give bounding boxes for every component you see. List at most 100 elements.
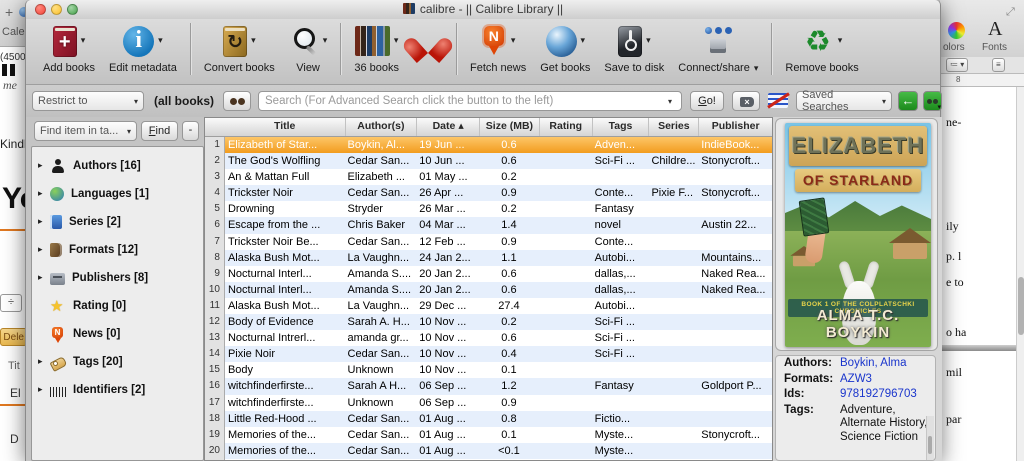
table-row[interactable]: 10Nocturnal Interl...Amanda S....20 Jan … bbox=[205, 282, 772, 298]
search-input[interactable] bbox=[258, 91, 682, 111]
toolbar-button-library[interactable]: ▾36 books bbox=[347, 19, 406, 74]
column-header-title[interactable]: Title bbox=[225, 118, 345, 136]
column-header-size-mb-[interactable]: Size (MB) bbox=[479, 118, 539, 136]
dropdown-arrow-icon[interactable]: ▾ bbox=[394, 36, 399, 46]
expand-arrow-icon[interactable]: ▸ bbox=[38, 217, 50, 227]
sidebar-item-authors[interactable]: ▸Authors [16] bbox=[38, 156, 198, 176]
column-header-series[interactable]: Series bbox=[648, 118, 698, 136]
find-button[interactable]: Find bbox=[141, 121, 178, 141]
stepper-control[interactable]: ÷ bbox=[0, 294, 22, 312]
dropdown-arrow-icon[interactable]: ▾ bbox=[581, 36, 586, 46]
align-button[interactable]: ≡ bbox=[992, 58, 1005, 72]
dropdown-arrow-icon[interactable]: ▾ bbox=[838, 36, 843, 46]
search-history-arrow-icon[interactable]: ▾ bbox=[668, 97, 672, 106]
toolbar-button-connect-share[interactable]: Connect/share▾ bbox=[671, 19, 765, 74]
saved-searches-dropdown[interactable]: Saved Searches▾ bbox=[796, 91, 892, 111]
tag-browser: Find item in ta...▾ Find - ▸Authors [16]… bbox=[31, 117, 204, 461]
expand-arrow-icon[interactable]: ▸ bbox=[38, 273, 50, 283]
table-row[interactable]: 9Nocturnal Interl...Amanda S....20 Jan 2… bbox=[205, 266, 772, 282]
column-header-rating[interactable]: Rating bbox=[539, 118, 592, 136]
fonts-icon[interactable]: A bbox=[988, 18, 1002, 41]
clear-search-button[interactable] bbox=[732, 91, 760, 111]
delete-button-fragment[interactable]: Dele bbox=[0, 328, 27, 346]
save-search-button[interactable] bbox=[923, 91, 942, 111]
expand-arrow-icon[interactable]: ▸ bbox=[38, 385, 50, 395]
restrict-to-dropdown[interactable]: Restrict to▾ bbox=[32, 91, 144, 111]
table-row[interactable]: 7Trickster Noir Be...Cedar San...12 Feb … bbox=[205, 234, 772, 250]
table-row[interactable]: 11Alaska Bush Mot...La Vaughn...29 Dec .… bbox=[205, 298, 772, 314]
toolbar-button-remove-books[interactable]: ▾Remove books bbox=[778, 19, 865, 74]
toolbar-button-fetch-news[interactable]: ▾Fetch news bbox=[463, 19, 533, 74]
dropdown-arrow-icon[interactable]: ▾ bbox=[646, 36, 651, 46]
highlight-toggle-icon[interactable] bbox=[768, 93, 788, 108]
toolbar-button-get-books[interactable]: ▾Get books bbox=[533, 19, 597, 74]
dropdown-arrow-icon[interactable]: ▾ bbox=[323, 36, 328, 46]
sidebar-item-identifiers[interactable]: ▸Identifiers [2] bbox=[38, 380, 198, 400]
expand-arrow-icon[interactable]: ▸ bbox=[38, 189, 50, 199]
toolbar-button-view[interactable]: ▾View bbox=[282, 19, 335, 74]
cell-title: Pixie Noir bbox=[225, 346, 345, 362]
column-header-date[interactable]: Date▲ bbox=[416, 118, 479, 136]
sidebar-item-formats[interactable]: ▸Formats [12] bbox=[38, 240, 198, 260]
toolbar-button-donate[interactable] bbox=[406, 19, 450, 62]
table-row[interactable]: 18Little Red-Hood ...Cedar San...01 Aug … bbox=[205, 411, 772, 427]
sidebar-item-news[interactable]: News [0] bbox=[38, 324, 198, 344]
titlebar[interactable]: calibre - || Calibre Library || bbox=[26, 0, 940, 20]
collapse-all-button[interactable]: - bbox=[182, 121, 199, 141]
table-row[interactable]: 14Pixie NoirCedar San...10 Nov ...0.4Sci… bbox=[205, 346, 772, 362]
table-row[interactable]: 6Escape from the ...Chris Baker04 Mar ..… bbox=[205, 217, 772, 233]
calibre-window: calibre - || Calibre Library || ▾Add boo… bbox=[25, 0, 941, 461]
details-field-value[interactable]: AZW3 bbox=[840, 373, 872, 387]
table-header[interactable]: TitleAuthor(s)Date▲Size (MB)RatingTagsSe… bbox=[205, 118, 772, 137]
table-row[interactable]: 12Body of EvidenceSarah A. H...10 Nov ..… bbox=[205, 314, 772, 330]
details-scrollbar[interactable] bbox=[926, 416, 934, 460]
details-field-value[interactable]: 978192796703 bbox=[840, 388, 917, 402]
dropdown-arrow-icon[interactable]: ▾ bbox=[81, 36, 86, 46]
table-row[interactable]: 2The God's WolflingCedar San...10 Jun ..… bbox=[205, 153, 772, 169]
sidebar-item-rating[interactable]: Rating [0] bbox=[38, 296, 198, 316]
toolbar-button-add-books[interactable]: ▾Add books bbox=[36, 19, 102, 74]
color-wheel-icon[interactable] bbox=[948, 22, 965, 39]
dropdown-arrow-icon[interactable]: ▾ bbox=[754, 64, 759, 74]
expand-icon[interactable]: ⤢ bbox=[1006, 6, 1015, 19]
toolbar-button-edit-metadata[interactable]: ▾Edit metadata bbox=[102, 19, 184, 74]
expand-arrow-icon[interactable]: ▸ bbox=[38, 245, 50, 255]
find-item-input[interactable]: Find item in ta...▾ bbox=[34, 121, 137, 141]
copy-search-button[interactable]: ← bbox=[898, 91, 918, 111]
sidebar-item-tags[interactable]: ▸Tags [20] bbox=[38, 352, 198, 372]
table-row[interactable]: 8Alaska Bush Mot...La Vaughn...24 Jan 2.… bbox=[205, 250, 772, 266]
toolbar-button-convert-books[interactable]: ▾Convert books bbox=[197, 19, 282, 74]
column-header-tags[interactable]: Tags bbox=[592, 118, 649, 136]
list-style-button[interactable]: ≔ ▾ bbox=[946, 58, 968, 72]
sidebar-item-series[interactable]: ▸Series [2] bbox=[38, 212, 198, 232]
sidebar-item-publishers[interactable]: ▸Publishers [8] bbox=[38, 268, 198, 288]
go-button[interactable]: Go! bbox=[690, 91, 724, 111]
new-tab-icon[interactable]: + bbox=[5, 4, 13, 20]
column-header-author-s-[interactable]: Author(s) bbox=[345, 118, 417, 136]
expand-arrow-icon[interactable]: ▸ bbox=[38, 357, 50, 367]
scrollbar-thumb[interactable] bbox=[1018, 277, 1024, 335]
table-row[interactable]: 20Memories of the...Cedar San...01 Aug .… bbox=[205, 443, 772, 459]
column-header-publisher[interactable]: Publisher bbox=[698, 118, 772, 136]
dropdown-arrow-icon[interactable]: ▾ bbox=[251, 36, 256, 46]
book-cover[interactable]: ELIZABETH OF STARLAND BOOK 1 OF THE COLP… bbox=[785, 123, 931, 347]
cell-n: 14 bbox=[205, 346, 225, 362]
table-row[interactable]: 19Memories of the...Cedar San...01 Aug .… bbox=[205, 427, 772, 443]
toolbar-button-save-to-disk[interactable]: ▾Save to disk bbox=[597, 19, 671, 74]
details-field-value[interactable]: Boykin, Alma bbox=[840, 357, 906, 371]
advanced-search-button[interactable] bbox=[223, 91, 251, 111]
scrollbar[interactable] bbox=[1016, 87, 1024, 461]
expand-arrow-icon[interactable]: ▸ bbox=[38, 161, 50, 171]
table-row[interactable]: 16witchfinderfirste...Sarah A H...06 Sep… bbox=[205, 378, 772, 394]
table-row[interactable]: 1Elizabeth of Star...Boykin, Al...19 Jun… bbox=[205, 137, 772, 153]
cell-title: Nocturnal Interl... bbox=[225, 266, 345, 282]
table-row[interactable]: 15BodyUnknown10 Nov ...0.1 bbox=[205, 362, 772, 378]
table-row[interactable]: 3An & Mattan FullElizabeth ...01 May ...… bbox=[205, 169, 772, 185]
table-row[interactable]: 13Nocturnal Intrerl...amanda gr...10 Nov… bbox=[205, 330, 772, 346]
table-row[interactable]: 5DrowningStryder26 Mar ...0.2Fantasy bbox=[205, 201, 772, 217]
table-row[interactable]: 17witchfinderfirste...Unknown06 Sep ...0… bbox=[205, 395, 772, 411]
dropdown-arrow-icon[interactable]: ▾ bbox=[158, 36, 163, 46]
dropdown-arrow-icon[interactable]: ▾ bbox=[511, 36, 516, 46]
sidebar-item-languages[interactable]: ▸Languages [1] bbox=[38, 184, 198, 204]
table-row[interactable]: 4Trickster NoirCedar San...26 Apr ...0.9… bbox=[205, 185, 772, 201]
